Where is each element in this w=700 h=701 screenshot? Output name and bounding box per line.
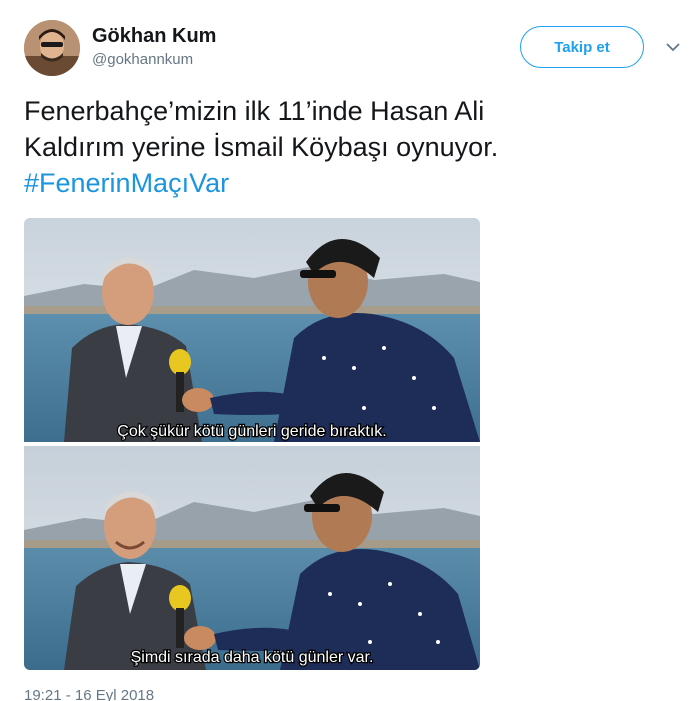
meme-photo-1: Çok şükür kötü günleri geride bıraktık. [24,218,480,442]
avatar-image [24,20,80,76]
media-frame-2: Şimdi sırada daha kötü günler var. [24,446,480,670]
media-frame-1: Çok şükür kötü günleri geride bıraktık. [24,218,480,442]
tweet-author[interactable]: Gökhan Kum @gokhannkum [92,24,216,70]
avatar[interactable] [24,20,80,76]
tweet-text-line-2: Kaldırım yerine İsmail Köybaşı oynuyor. [24,132,499,162]
tweet-text-line-1: Fenerbahçe’mizin ilk 11’inde Hasan Ali [24,96,485,126]
author-display-name[interactable]: Gökhan Kum [92,24,216,48]
chevron-down-icon[interactable] [664,38,682,56]
follow-button[interactable]: Takip et [520,26,644,68]
tweet-timestamp[interactable]: 19:21 - 16 Eyl 2018 [24,687,154,701]
meme-photo-2: Şimdi sırada daha kötü günler var. [24,446,480,670]
meme-caption-1: Çok şükür kötü günleri geride bıraktık. [117,423,386,440]
author-handle[interactable]: @gokhannkum [92,50,216,70]
tweet-text: Fenerbahçe’mizin ilk 11’inde Hasan Ali K… [24,93,664,201]
meme-caption-2: Şimdi sırada daha kötü günler var. [131,649,374,666]
tweet-media[interactable]: Çok şükür kötü günleri geride bıraktık. [24,218,480,670]
hashtag-link[interactable]: #FenerinMaçıVar [24,165,664,201]
